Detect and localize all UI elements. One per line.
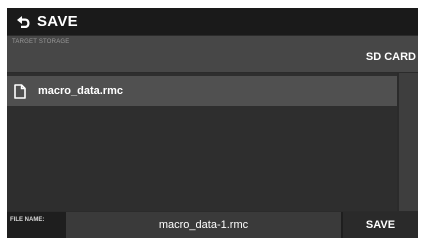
- list-scrollbar[interactable]: [399, 73, 418, 211]
- bottom-bar: FILE NAME: macro_data-1.rmc SAVE: [7, 212, 418, 238]
- file-name: macro_data.rmc: [38, 85, 123, 97]
- page-title: SAVE: [37, 13, 78, 30]
- file-list-item[interactable]: macro_data.rmc: [7, 76, 397, 106]
- back-button[interactable]: [7, 8, 37, 35]
- target-storage-value[interactable]: SD CARD: [356, 51, 418, 63]
- save-button[interactable]: SAVE: [343, 212, 418, 238]
- title-bar: SAVE: [7, 8, 418, 35]
- target-storage-row[interactable]: TARGET STORAGE SD CARD: [7, 36, 418, 72]
- save-screen: SAVE TARGET STORAGE SD CARD macro_data.r…: [7, 8, 418, 238]
- file-name-value: macro_data-1.rmc: [158, 219, 249, 231]
- target-storage-label: TARGET STORAGE: [12, 39, 70, 45]
- return-arrow-icon: [15, 15, 31, 29]
- file-name-field[interactable]: macro_data-1.rmc: [66, 212, 341, 238]
- file-name-label: FILE NAME:: [10, 217, 45, 223]
- save-button-label: SAVE: [365, 219, 396, 231]
- file-list: macro_data.rmc: [7, 73, 397, 211]
- document-icon: [14, 83, 26, 99]
